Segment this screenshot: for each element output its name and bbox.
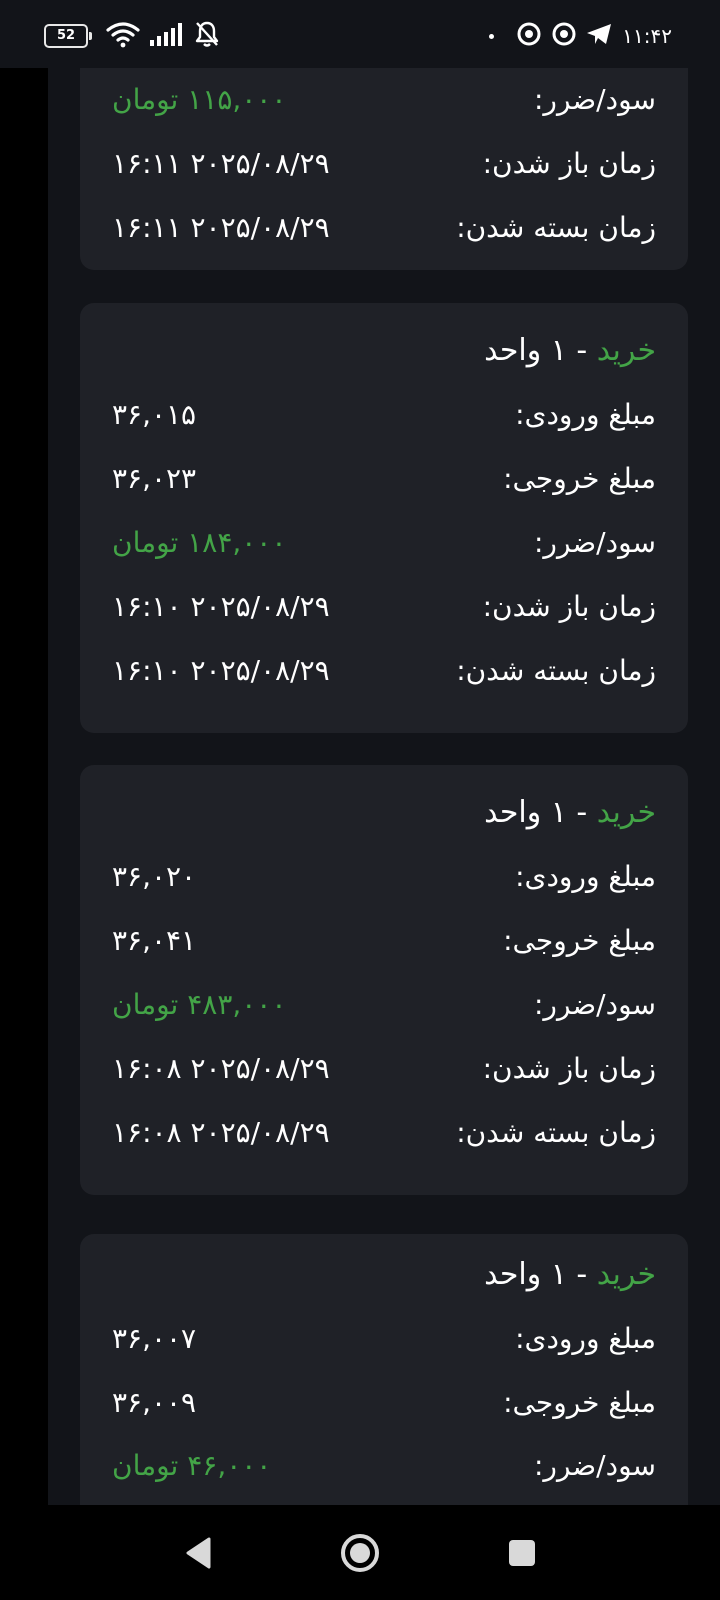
- close-time-row: زمان بسته شدن: ۲۰۲۵/۰۸/۲۹ ۱۶:۰۸: [80, 1108, 688, 1158]
- entry-price-value: ۳۶,۰۲۰: [112, 860, 197, 893]
- exit-price-row: مبلغ خروجی: ۳۶,۰۲۳: [80, 454, 688, 504]
- back-icon: [186, 1537, 211, 1569]
- open-time-value: ۲۰۲۵/۰۸/۲۹ ۱۶:۱۱: [112, 147, 330, 180]
- status-left: 52: [44, 20, 220, 52]
- status-time: ۱۱:۴۲: [622, 24, 672, 48]
- back-button[interactable]: [175, 1530, 221, 1576]
- exit-price-row: مبلغ خروجی: ۳۶,۰۰۹: [80, 1378, 688, 1428]
- entry-price-value: ۳۶,۰۱۵: [112, 398, 197, 431]
- profit-loss-label: سود/ضرر:: [533, 83, 656, 116]
- trade-type: خرید: [596, 333, 656, 368]
- title-separator: -: [566, 333, 597, 368]
- open-time-row: زمان باز شدن: ۲۰۲۵/۰۸/۲۹ ۱۶:۰۸: [80, 1044, 688, 1094]
- trade-units: ۱ واحد: [484, 795, 567, 830]
- recents-icon: [509, 1540, 535, 1566]
- open-time-row: زمان باز شدن: ۲۰۲۵/۰۸/۲۹ ۱۶:۱۰: [80, 582, 688, 632]
- navigation-bar: [0, 1505, 720, 1600]
- entry-price-label: مبلغ ورودی:: [515, 860, 656, 893]
- status-right: ۱۱:۴۲: [489, 22, 672, 50]
- app-notification-icon: [516, 21, 542, 51]
- notifications-muted-icon: [194, 20, 220, 52]
- entry-price-row: مبلغ ورودی: ۳۶,۰۱۵: [80, 390, 688, 440]
- signal-icon: [150, 22, 184, 50]
- battery-icon: 52: [44, 24, 92, 48]
- entry-price-row: مبلغ ورودی: ۳۶,۰۰۷: [80, 1314, 688, 1364]
- entry-price-row: مبلغ ورودی: ۳۶,۰۲۰: [80, 852, 688, 902]
- entry-price-label: مبلغ ورودی:: [515, 1322, 656, 1355]
- title-separator: -: [566, 1257, 597, 1292]
- telegram-icon: [586, 22, 612, 50]
- recents-button[interactable]: [499, 1530, 545, 1576]
- close-time-label: زمان بسته شدن:: [456, 654, 656, 687]
- chrome-icon: [552, 22, 576, 50]
- profit-loss-value: ۴۸۳,۰۰۰ تومان: [112, 988, 287, 1021]
- profit-loss-value: ۴۶,۰۰۰ تومان: [112, 1449, 272, 1482]
- entry-price-label: مبلغ ورودی:: [515, 398, 656, 431]
- exit-price-label: مبلغ خروجی:: [503, 462, 656, 495]
- profit-loss-row: سود/ضرر: ۴۶,۰۰۰ تومان: [80, 1441, 688, 1491]
- close-time-label: زمان بسته شدن:: [456, 1116, 656, 1149]
- trade-card: خرید - ۱ واحد مبلغ ورودی: ۳۶,۰۱۵ مبلغ خر…: [80, 303, 688, 733]
- close-time-value: ۲۰۲۵/۰۸/۲۹ ۱۶:۱۰: [112, 654, 330, 687]
- exit-price-label: مبلغ خروجی:: [503, 1386, 656, 1419]
- entry-price-value: ۳۶,۰۰۷: [112, 1322, 197, 1355]
- trade-type: خرید: [596, 795, 656, 830]
- open-time-value: ۲۰۲۵/۰۸/۲۹ ۱۶:۰۸: [112, 1052, 330, 1085]
- exit-price-value: ۳۶,۰۰۹: [112, 1386, 197, 1419]
- profit-loss-label: سود/ضرر:: [533, 988, 656, 1021]
- close-time-row: زمان بسته شدن: ۲۰۲۵/۰۸/۲۹ ۱۶:۱۰: [80, 646, 688, 696]
- close-time-value: ۲۰۲۵/۰۸/۲۹ ۱۶:۰۸: [112, 1116, 330, 1149]
- trade-card: خرید - ۱ واحد مبلغ ورودی: ۳۶,۰۰۷ مبلغ خر…: [80, 1234, 688, 1505]
- trade-units: ۱ واحد: [484, 333, 567, 368]
- profit-loss-value: ۱۸۴,۰۰۰ تومان: [112, 526, 287, 559]
- trade-type: خرید: [596, 1257, 656, 1292]
- trade-card: سود/ضرر: ۱۱۵,۰۰۰ تومان زمان باز شدن: ۲۰۲…: [80, 68, 688, 270]
- trade-title: خرید - ۱ واحد: [484, 326, 656, 376]
- battery-level: 52: [56, 28, 76, 43]
- close-time-label: زمان بسته شدن:: [456, 211, 656, 244]
- trade-title: خرید - ۱ واحد: [484, 1250, 656, 1300]
- open-time-row: زمان باز شدن: ۲۰۲۵/۰۸/۲۹ ۱۶:۱۱: [80, 139, 688, 189]
- trade-title: خرید - ۱ واحد: [484, 788, 656, 838]
- status-bar: 52 ۱۱:۴۲: [0, 0, 720, 68]
- home-button[interactable]: [337, 1530, 383, 1576]
- trade-units: ۱ واحد: [484, 1257, 567, 1292]
- trade-history-list[interactable]: سود/ضرر: ۱۱۵,۰۰۰ تومان زمان باز شدن: ۲۰۲…: [48, 68, 720, 1505]
- profit-loss-row: سود/ضرر: ۱۱۵,۰۰۰ تومان: [80, 75, 688, 125]
- close-time-row: زمان بسته شدن: ۲۰۲۵/۰۸/۲۹ ۱۶:۱۱: [80, 203, 688, 253]
- close-time-value: ۲۰۲۵/۰۸/۲۹ ۱۶:۱۱: [112, 211, 330, 244]
- profit-loss-row: سود/ضرر: ۴۸۳,۰۰۰ تومان: [80, 980, 688, 1030]
- open-time-label: زمان باز شدن:: [482, 147, 656, 180]
- title-separator: -: [566, 795, 597, 830]
- exit-price-value: ۳۶,۰۲۳: [112, 462, 197, 495]
- open-time-label: زمان باز شدن:: [482, 1052, 656, 1085]
- profit-loss-row: سود/ضرر: ۱۸۴,۰۰۰ تومان: [80, 518, 688, 568]
- profit-loss-value: ۱۱۵,۰۰۰ تومان: [112, 83, 287, 116]
- notification-dot-icon: [489, 33, 495, 39]
- home-icon: [341, 1534, 379, 1572]
- open-time-label: زمان باز شدن:: [482, 590, 656, 623]
- exit-price-label: مبلغ خروجی:: [503, 924, 656, 957]
- open-time-value: ۲۰۲۵/۰۸/۲۹ ۱۶:۱۰: [112, 590, 330, 623]
- exit-price-value: ۳۶,۰۴۱: [112, 924, 197, 957]
- profit-loss-label: سود/ضرر:: [533, 1449, 656, 1482]
- profit-loss-label: سود/ضرر:: [533, 526, 656, 559]
- wifi-icon: [106, 20, 140, 52]
- exit-price-row: مبلغ خروجی: ۳۶,۰۴۱: [80, 916, 688, 966]
- trade-card: خرید - ۱ واحد مبلغ ورودی: ۳۶,۰۲۰ مبلغ خر…: [80, 765, 688, 1195]
